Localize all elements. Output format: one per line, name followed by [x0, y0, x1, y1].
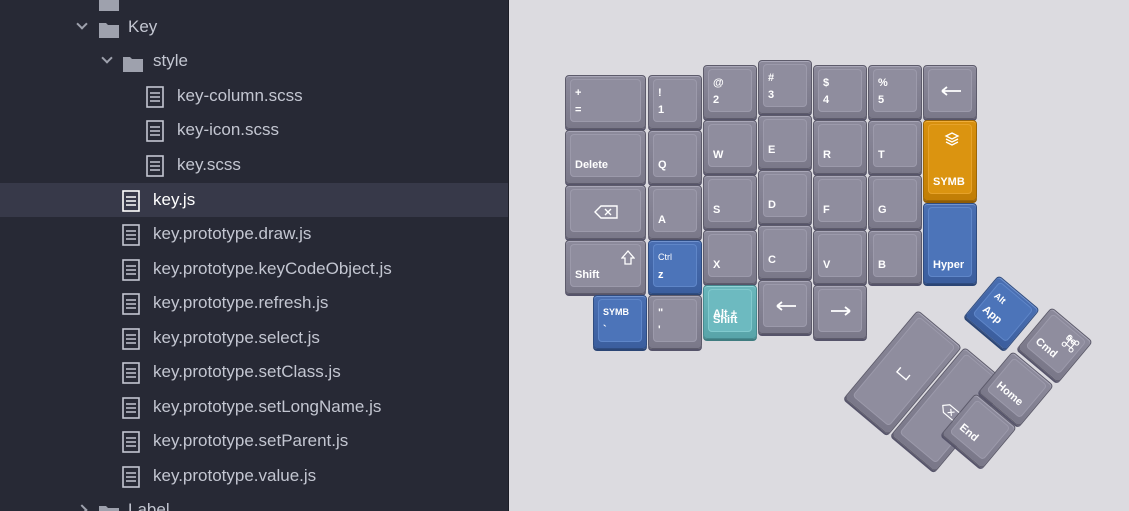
tree-item-label: Key [128, 17, 158, 36]
tree-file-key-js[interactable]: key.js [0, 183, 508, 217]
chevron-right-icon[interactable] [76, 504, 88, 511]
tree-file-refresh-js[interactable]: key.prototype.refresh.js [0, 286, 508, 320]
tree-folder-style[interactable]: style [0, 44, 508, 78]
tree-item-label: key.prototype.keyCodeObject.js [153, 259, 392, 278]
tree-file-select-js[interactable]: key.prototype.select.js [0, 321, 508, 355]
folder-icon [98, 500, 120, 511]
tree-file-keycodeobject-js[interactable]: key.prototype.keyCodeObject.js [0, 252, 508, 286]
tree-item-label: key.prototype.value.js [153, 466, 317, 485]
tree-item-label: key.prototype.refresh.js [153, 293, 329, 312]
chevron-down-icon[interactable] [76, 18, 88, 30]
tree-item-label: key.prototype.setParent.js [153, 431, 349, 450]
tree-file-key-scss[interactable]: key.scss [0, 148, 508, 182]
tree-item-label: key.prototype.select.js [153, 328, 320, 347]
thumb-cluster: Alt App Cmd Home End [509, 0, 1129, 511]
tree-file-setparent-js[interactable]: key.prototype.setParent.js [0, 424, 508, 458]
tree-item-label: style [153, 51, 188, 70]
tree-file-value-js[interactable]: key.prototype.value.js [0, 459, 508, 493]
tree-item-label: key-icon.scss [177, 120, 280, 139]
tree-item-label: key.prototype.setClass.js [153, 362, 341, 381]
tree-item-label: Label [128, 500, 170, 511]
tree-file-setlongname-js[interactable]: key.prototype.setLongName.js [0, 390, 508, 424]
tree-folder-key[interactable]: Key [0, 10, 508, 44]
file-tree-sidebar: Key style key-column.scss key-icon.scss … [0, 0, 509, 511]
tree-file-draw-js[interactable]: key.prototype.draw.js [0, 217, 508, 251]
tree-file-key-column-scss[interactable]: key-column.scss [0, 79, 508, 113]
tree-item-label: key.prototype.draw.js [153, 224, 312, 243]
tree-folder-label[interactable]: Label [0, 493, 508, 511]
tree-item-label: key.js [153, 190, 196, 209]
tree-file-setclass-js[interactable]: key.prototype.setClass.js [0, 355, 508, 389]
tree-item-label: key.scss [177, 155, 241, 174]
chevron-down-icon[interactable] [101, 52, 113, 64]
keyboard-layout-preview: + = ! 1 @ 2 # 3 $ 4 % 5 Delete Q W E R T… [509, 0, 1129, 511]
tree-item-label: key-column.scss [177, 86, 303, 105]
tree-item-label: key.prototype.setLongName.js [153, 397, 382, 416]
tree-file-key-icon-scss[interactable]: key-icon.scss [0, 113, 508, 147]
